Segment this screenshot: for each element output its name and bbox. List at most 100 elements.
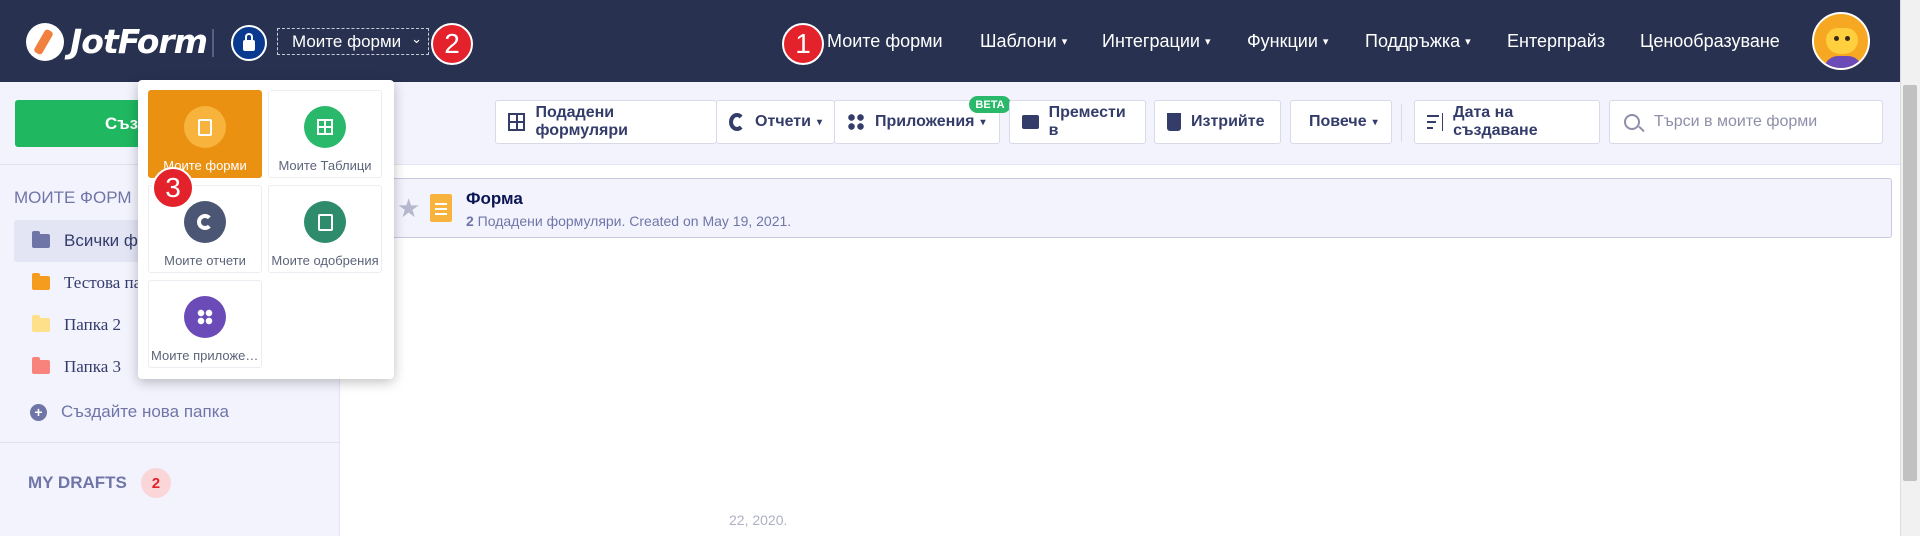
jotform-logo[interactable]: JotForm (26, 22, 208, 61)
caret-down-icon: ▾ (980, 116, 986, 128)
report-icon (729, 113, 746, 131)
search-placeholder: Търси в моите форми (1654, 113, 1818, 130)
product-switcher-select[interactable]: Моите форми ⌄ (277, 28, 429, 55)
tile-my-apps[interactable]: Моите приложения (148, 280, 262, 368)
form-list-item[interactable]: ★ Форма 2 Подадени формуляри. Created on… (349, 178, 1892, 238)
sort-icon (1427, 113, 1444, 131)
nav-enterprise[interactable]: Ентерпрайз (1507, 0, 1605, 82)
avatar-body (1824, 56, 1862, 68)
table-icon (317, 119, 333, 135)
sidebar-item-label: Тестова па (64, 273, 142, 292)
search-input[interactable]: Търси в моите форми (1609, 100, 1883, 144)
more-button[interactable]: Повече ▾ (1290, 100, 1392, 144)
create-folder-label: Създайте нова папка (61, 402, 229, 421)
folder-icon (32, 357, 50, 374)
nav-support[interactable]: Поддръжка ▾ (1365, 0, 1471, 82)
submissions-label: Подадени формуляри (535, 104, 628, 139)
lock-icon (243, 33, 255, 51)
beta-badge: BETA (969, 96, 1011, 113)
sidebar-item-label: Папка 2 (64, 315, 121, 334)
submissions-button[interactable]: Подадени формуляри (495, 100, 717, 144)
tile-icon-bg (184, 201, 226, 243)
header-separator (212, 29, 214, 57)
tile-my-approvals[interactable]: Моите одобрения (268, 185, 382, 273)
tile-icon-bg (304, 201, 346, 243)
tile-label: Моите Таблици (278, 158, 372, 173)
sidebar-section-title: МОИТЕ ФОРМ (14, 188, 132, 207)
form-title: Форма (466, 189, 523, 208)
reports-label: Отчети (755, 113, 811, 130)
my-drafts-section[interactable]: MY DRAFTS 2 (28, 468, 171, 498)
sort-label: Дата на създаване (1453, 104, 1538, 139)
folder-icon (32, 315, 50, 332)
sidebar-item-label: Папка 3 (64, 357, 121, 376)
main-content: Подадени формуляри Отчети ▾ Приложения ▾… (341, 82, 1900, 536)
table-icon (508, 113, 526, 131)
report-icon (197, 214, 213, 230)
top-navigation-bar: JotForm Моите форми ⌄ Моите форми Шаблон… (0, 0, 1900, 82)
create-folder-button[interactable]: + Създайте нова папка (30, 402, 229, 422)
nav-integrations[interactable]: Интеграции ▾ (1102, 0, 1210, 82)
product-switcher-value: Моите форми (292, 31, 402, 51)
nav-templates[interactable]: Шаблони ▾ (980, 0, 1067, 82)
move-to-label: Премести в (1048, 104, 1126, 139)
tile-label: Моите одобрения (271, 253, 379, 268)
delete-label: Изтрийте (1191, 113, 1265, 130)
step-marker-2: 2 (431, 23, 473, 65)
sort-button[interactable]: Дата на създаване (1414, 100, 1600, 144)
reports-button[interactable]: Отчети ▾ (716, 100, 835, 144)
step-marker-3: 3 (152, 167, 194, 209)
search-icon (1624, 114, 1640, 130)
drafts-count-badge: 2 (140, 468, 171, 498)
nav-my-forms-label: Моите форми (827, 30, 943, 51)
form-subtitle-text: Подадени формуляри. Created on May 19, 2… (473, 213, 792, 229)
caret-down-icon: ▾ (1465, 35, 1471, 48)
nav-templates-label: Шаблони (980, 30, 1057, 51)
tile-icon-bg (304, 106, 346, 148)
logo-text: JotForm (70, 22, 208, 61)
apps-icon (197, 309, 213, 325)
nav-integrations-label: Интеграции (1102, 30, 1200, 51)
eu-safe-badge-icon[interactable] (231, 25, 267, 61)
folder-move-icon (1022, 115, 1039, 129)
tile-label: Моите приложения (151, 348, 259, 363)
star-icon[interactable]: ★ (397, 193, 420, 224)
plus-icon: + (30, 403, 47, 421)
avatar-cat-icon (1826, 28, 1858, 54)
sidebar-divider (0, 442, 340, 443)
folder-icon (32, 231, 50, 248)
apps-icon (847, 113, 865, 131)
tile-icon-bg (184, 296, 226, 338)
delete-button[interactable]: Изтрийте (1154, 100, 1281, 144)
sidebar-item-label: Всички ф (64, 231, 138, 250)
form-submission-count: 2 (466, 213, 474, 229)
step-marker-1: 1 (782, 23, 824, 65)
caret-down-icon: ▾ (1322, 35, 1329, 48)
caret-down-icon: ▾ (1061, 35, 1068, 48)
caret-down-icon: ▾ (1204, 35, 1211, 48)
scrollbar-thumb[interactable] (1903, 85, 1917, 481)
toolbar-separator (1401, 104, 1402, 142)
tile-icon-bg (184, 106, 226, 148)
user-avatar[interactable] (1812, 12, 1870, 70)
doc-icon (198, 118, 212, 136)
nav-my-forms[interactable]: Моите форми (827, 0, 943, 82)
nav-pricing[interactable]: Ценообразуване (1640, 0, 1780, 82)
nav-pricing-label: Ценообразуване (1640, 30, 1780, 51)
approval-icon (317, 213, 333, 231)
more-label: Повече (1309, 113, 1367, 130)
tile-my-tables[interactable]: Моите Таблици (268, 90, 382, 178)
nav-support-label: Поддръжка (1365, 30, 1461, 51)
nav-features[interactable]: Функции ▾ (1247, 0, 1328, 82)
caret-down-icon: ▾ (1372, 116, 1378, 128)
chevron-down-icon: ⌄ (411, 31, 422, 46)
product-switcher-popup: Моите форми Моите Таблици Моите отчети М… (138, 80, 394, 379)
tile-label: Моите отчети (164, 253, 246, 268)
folder-icon (32, 273, 50, 290)
move-to-button[interactable]: Премести в (1009, 100, 1146, 144)
form-subtitle: 2 Подадени формуляри. Created on May 19,… (466, 213, 791, 229)
forms-toolbar: Подадени формуляри Отчети ▾ Приложения ▾… (341, 82, 1900, 165)
my-drafts-label: MY DRAFTS (28, 473, 127, 492)
apps-label: Приложения (875, 113, 975, 130)
tile-my-forms[interactable]: Моите форми (148, 90, 262, 178)
